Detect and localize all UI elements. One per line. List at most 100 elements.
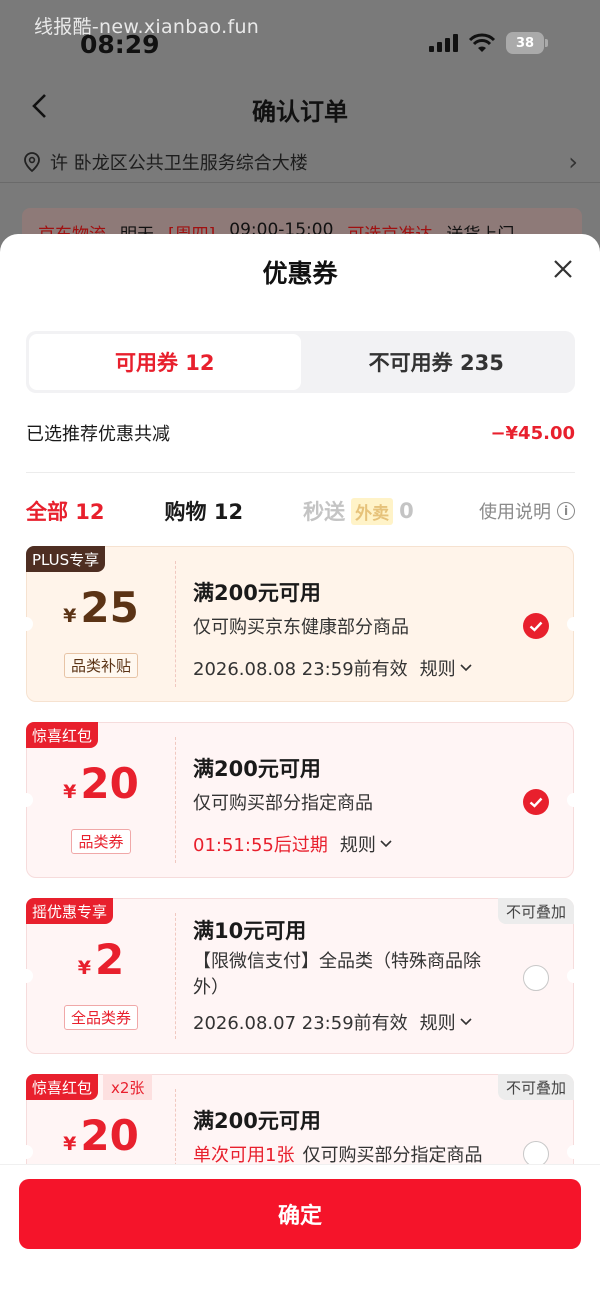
summary-label: 已选推荐优惠共减 [26,424,170,445]
coupon-meta: 2026.08.07 23:59前有效 规则 [193,1009,513,1035]
coupon-expiry: 2026.08.07 23:59前有效 [193,1013,408,1034]
footer-bar: 确定 [0,1164,600,1303]
amount-value: 20 [80,1111,139,1160]
coupon-title: 满200元可用 [193,581,321,605]
filter-all[interactable]: 全部 12 [26,496,105,526]
filter-instant[interactable]: 秒送 外卖 0 [303,496,414,526]
location-pin-icon [24,152,40,173]
divider [175,737,176,863]
coupon-title: 满200元可用 [193,757,321,781]
coupon-amount: ¥ 25 [27,583,175,632]
coupon-info: 满200元可用 单次可用1张 仅可购买部分指定商品 [193,1105,553,1169]
usage-instructions-link[interactable]: 使用说明 i [479,498,575,524]
filter-instant-label: 秒送 [303,500,346,524]
summary-value: −¥45.00 [490,422,575,444]
filter-instant-count: 0 [399,499,414,523]
discount-summary: 已选推荐优惠共减 −¥45.00 [26,420,575,446]
chevron-right-icon: › [568,148,578,176]
coupon-amount: ¥ 2 [27,935,175,984]
coupon-desc: 【限微信支付】全品类（特殊商品除外） [193,951,481,998]
coupon-sheet: 优惠券 可用券 12 不可用券 235 已选推荐优惠共减 −¥45.00 全部 … [0,234,600,1303]
confirm-button[interactable]: 确定 [19,1179,581,1249]
info-icon: i [557,502,575,520]
not-stackable-tag: 不可叠加 [497,1074,574,1100]
coupon-badge: 摇优惠专享 [26,898,114,924]
rule-label: 规则 [339,835,376,856]
notch [567,969,581,983]
amount-value: 2 [95,935,125,984]
coupon-checkbox[interactable] [523,965,549,991]
divider [0,182,600,183]
coupon-countdown: 01:51:55后过期 [193,835,328,856]
background-order-page: 线报酷-new.xianbao.fun 08:29 38 确认订单 许 卧龙区公… [0,0,600,260]
coupon-meta: 2026.08.08 23:59前有效 规则 [193,655,513,681]
notch [567,1145,581,1159]
currency-symbol: ¥ [77,957,91,979]
coupon-info: 满200元可用 仅可购买部分指定商品 01:51:55后过期 规则 [193,753,513,857]
coupon-info: 满10元可用 【限微信支付】全品类（特殊商品除外） 2026.08.07 23:… [193,915,513,1035]
filter-shopping[interactable]: 购物 12 [165,496,244,526]
coupon-title: 满200元可用 [193,1109,321,1133]
status-time: 08:29 [80,30,160,59]
close-icon[interactable] [552,258,574,280]
coupon-card[interactable]: PLUS专享 ¥ 25 品类补贴 满200元可用 仅可购买京东健康部分商品 20… [19,546,581,702]
currency-symbol: ¥ [63,605,77,627]
coupon-tabs: 可用券 12 不可用券 235 [26,331,575,393]
currency-symbol: ¥ [63,781,77,803]
coupon-meta: 01:51:55后过期 规则 [193,831,513,857]
divider [26,472,575,473]
rule-link[interactable]: 规则 [420,1009,472,1035]
category-tag: 品类补贴 [63,653,138,678]
coupon-amount: ¥ 20 [27,759,175,808]
coupon-checkbox[interactable] [523,613,549,639]
coupon-checkbox[interactable] [523,789,549,815]
wifi-icon [468,33,496,52]
coupon-amount: ¥ 20 [27,1111,175,1160]
divider [175,913,176,1039]
tab-available[interactable]: 可用券 12 [29,334,301,390]
coupon-info: 满200元可用 仅可购买京东健康部分商品 2026.08.08 23:59前有效… [193,577,513,681]
tab-unavailable[interactable]: 不可用券 235 [301,334,573,390]
coupon-desc: 仅可购买京东健康部分商品 [193,617,409,638]
rule-label: 规则 [419,1013,456,1034]
coupon-category: 品类券 [27,829,175,854]
coupon-badge: 惊喜红包 [26,1074,99,1100]
sheet-title: 优惠券 [262,259,338,288]
chevron-down-icon [380,840,392,848]
address-row[interactable]: 许 卧龙区公共卫生服务综合大楼 › [22,148,578,176]
chevron-down-icon [460,1018,472,1026]
coupon-category: 全品类券 [27,1005,175,1030]
coupon-desc: 仅可购买部分指定商品 [193,793,373,814]
amount-value: 25 [80,583,139,632]
notch [567,617,581,631]
page-title: 确认订单 [252,98,348,126]
status-icons: 38 [429,32,548,54]
amount-value: 20 [80,759,139,808]
rule-label: 规则 [419,659,456,680]
coupon-badge: PLUS专享 [26,546,106,572]
usage-label: 使用说明 [479,502,551,523]
chevron-down-icon [460,664,472,672]
coupon-limit: 单次可用1张 [193,1145,295,1166]
cellular-signal-icon [429,34,458,52]
coupon-title: 满10元可用 [193,919,307,943]
divider [175,561,176,687]
coupon-desc-text: 仅可购买部分指定商品 [302,1145,483,1166]
checkmark-icon [529,621,543,632]
rule-link[interactable]: 规则 [340,831,392,857]
filter-bar: 全部 12 购物 12 秒送 外卖 0 使用说明 i [26,496,575,526]
coupon-count-tag: x2张 [103,1074,153,1100]
coupon-badge: 惊喜红包 [26,722,99,748]
coupon-expiry: 2026.08.08 23:59前有效 [193,659,408,680]
coupon-card[interactable]: 惊喜红包 ¥ 20 品类券 满200元可用 仅可购买部分指定商品 01:51:5… [19,722,581,878]
checkmark-icon [529,797,543,808]
battery-icon: 38 [506,32,548,54]
coupon-card[interactable]: 摇优惠专享 不可叠加 ¥ 2 全品类券 满10元可用 【限微信支付】全品类（特殊… [19,898,581,1054]
address-text: 许 卧龙区公共卫生服务综合大楼 [50,153,308,174]
rule-link[interactable]: 规则 [420,655,472,681]
category-tag: 品类券 [71,829,131,854]
coupon-category: 品类补贴 [27,653,175,678]
notch [567,793,581,807]
currency-symbol: ¥ [63,1133,77,1155]
category-tag: 全品类券 [63,1005,138,1030]
